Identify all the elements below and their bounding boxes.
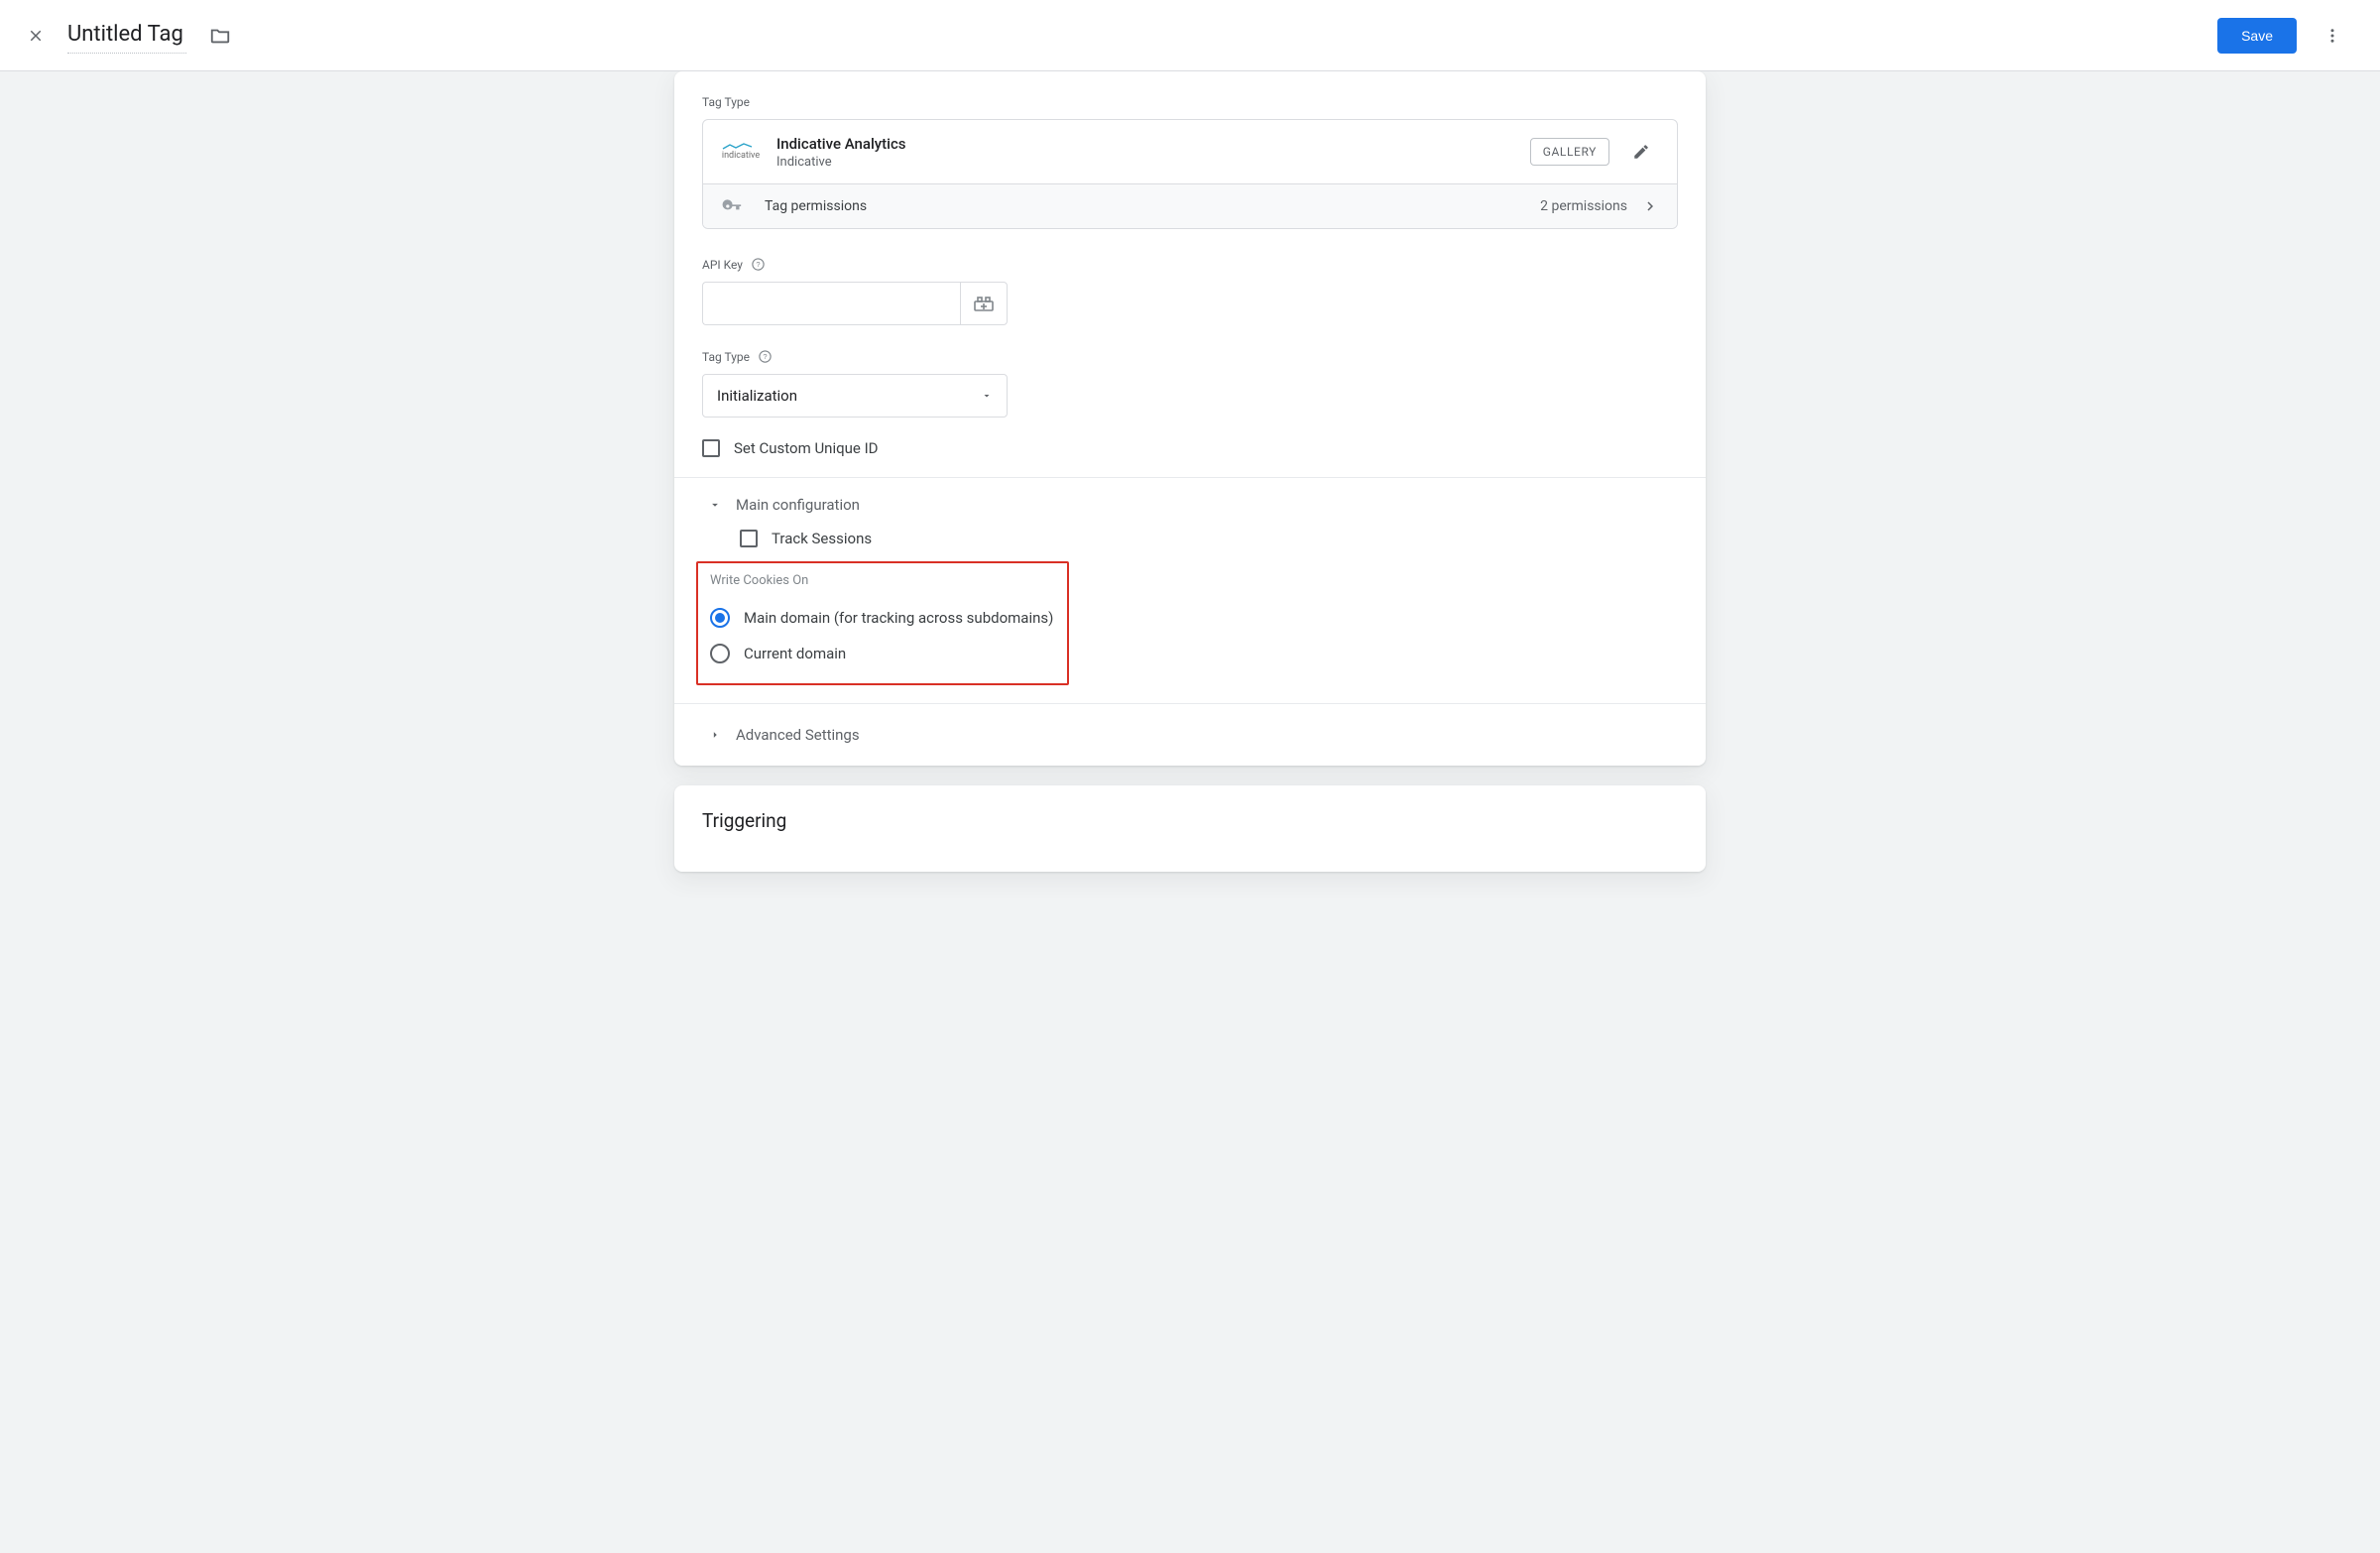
radio-current-domain[interactable]: Current domain [710,636,1055,671]
radio-icon [710,644,730,663]
save-button[interactable]: Save [2217,18,2297,54]
track-sessions-checkbox[interactable]: Track Sessions [740,530,1678,561]
radio-icon [710,608,730,628]
help-icon[interactable]: ? [758,349,773,364]
caret-down-icon [981,390,993,402]
edit-tag-type-button[interactable] [1623,134,1659,170]
tag-type-select[interactable]: Initialization [702,374,1008,418]
svg-text:?: ? [763,352,767,361]
key-icon [721,196,743,216]
main-configuration-label: Main configuration [736,496,860,514]
close-button[interactable] [12,12,60,60]
write-cookies-label: Write Cookies On [710,573,1055,588]
set-custom-unique-id-checkbox[interactable]: Set Custom Unique ID [702,439,1678,457]
track-sessions-label: Track Sessions [772,530,872,547]
tag-type-panel: indicative Indicative Analytics Indicati… [702,119,1678,229]
lego-brick-icon [974,296,994,311]
api-key-input[interactable] [702,282,960,325]
pencil-icon [1632,143,1650,161]
top-bar: Untitled Tag Save [0,0,2380,71]
radio-main-domain[interactable]: Main domain (for tracking across subdoma… [710,600,1055,636]
tag-title-input[interactable]: Untitled Tag [67,18,186,54]
folder-icon [209,25,231,47]
radio-current-domain-label: Current domain [744,645,846,662]
tag-type-vendor: Indicative [776,155,1530,170]
choose-folder-button[interactable] [196,12,244,60]
set-custom-unique-id-label: Set Custom Unique ID [734,439,879,457]
insert-variable-button[interactable] [960,282,1008,325]
chevron-right-icon [708,728,722,742]
close-icon [27,27,45,45]
tag-type-section-label: Tag Type [702,95,1678,109]
tag-vendor-logo: indicative [721,140,761,164]
more-menu-button[interactable] [2309,12,2356,60]
write-cookies-highlight: Write Cookies On Main domain (for tracki… [696,561,1069,685]
help-icon[interactable]: ? [751,257,766,272]
checkbox-icon [702,439,720,457]
tag-permissions-row[interactable]: Tag permissions 2 permissions [703,183,1677,228]
radio-main-domain-label: Main domain (for tracking across subdoma… [744,609,1053,627]
checkbox-icon [740,530,758,547]
svg-text:?: ? [756,260,760,269]
api-key-input-group [702,282,1678,325]
tag-type-name: Indicative Analytics [776,135,1530,153]
chevron-right-icon [1641,197,1659,215]
tag-type-select-value: Initialization [717,387,797,405]
api-key-label: API Key ? [702,257,1678,272]
tag-type-select-label: Tag Type ? [702,349,1678,364]
kebab-icon [2323,27,2341,45]
gallery-badge[interactable]: Gallery [1530,138,1609,166]
main-configuration-header[interactable]: Main configuration [674,478,1706,530]
advanced-settings-label: Advanced Settings [736,726,860,744]
triggering-title: Triggering [702,809,1678,832]
tag-permissions-label: Tag permissions [765,198,1540,214]
advanced-settings-header[interactable]: Advanced Settings [674,704,1706,746]
chevron-down-icon [708,498,722,512]
tag-permissions-count: 2 permissions [1540,198,1627,214]
tag-type-row: indicative Indicative Analytics Indicati… [703,120,1677,183]
tag-config-card: Tag Type indicative Indicative Analytics… [674,71,1706,766]
triggering-card[interactable]: Triggering [674,785,1706,872]
